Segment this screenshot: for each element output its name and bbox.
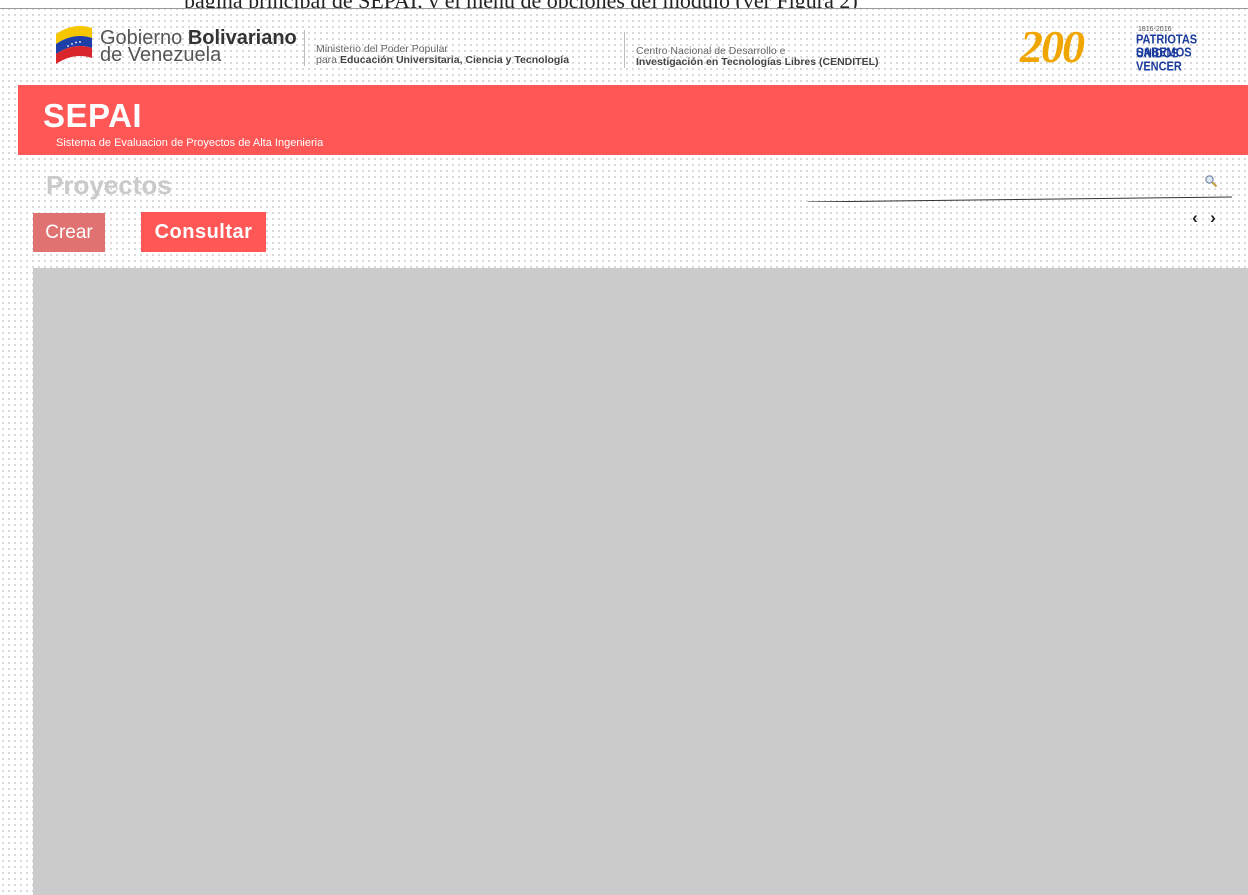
app-subtitle: Sistema de Evaluacion de Proyectos de Al…	[56, 137, 324, 149]
bicentennial-logo: 200 1816-2016 PATRIOTAS UNIDOS SABEMOS V…	[1020, 20, 1230, 74]
search-underline	[808, 196, 1232, 202]
cenditel-name: Centro Nacional de Desarrollo e Investig…	[636, 46, 879, 68]
document-caption-cutoff: página principal de SEPAI, y el menú de …	[0, 0, 1248, 9]
ministry-name: Ministerio del Poder Popular para Educac…	[316, 44, 569, 66]
next-page-chevron-icon[interactable]: ›	[1204, 208, 1222, 228]
search-box	[808, 170, 1232, 204]
header-divider	[304, 30, 305, 66]
slogan-line2: SABEMOS VENCER	[1136, 46, 1192, 74]
gov-line2: de Venezuela	[100, 44, 222, 66]
center-line2: Investigación en Tecnologías Libres (CEN…	[636, 56, 879, 68]
government-name: Gobierno Bolivariano de Venezuela	[100, 28, 297, 66]
ministry-line2-prefix: para	[316, 54, 340, 66]
header-divider	[624, 32, 625, 68]
query-button[interactable]: Consultar	[141, 212, 266, 252]
page-title: Proyectos	[46, 170, 172, 200]
previous-page-chevron-icon[interactable]: ‹	[1186, 208, 1204, 228]
pager: ‹ ›	[1186, 208, 1222, 228]
anniversary-number: 200	[1020, 21, 1085, 72]
create-button[interactable]: Crear	[33, 213, 105, 252]
anniversary-years: 1816-2016	[1138, 26, 1172, 33]
caption-text: página principal de SEPAI, y el menú de …	[184, 0, 858, 8]
app-banner: SEPAI Sistema de Evaluacion de Proyectos…	[18, 85, 1248, 155]
venezuela-flag-icon	[56, 26, 92, 64]
app-name: SEPAI	[43, 97, 143, 134]
content-area	[33, 268, 1248, 895]
institution-header: Gobierno Bolivariano de Venezuela Minist…	[50, 16, 1240, 78]
ministry-line2-bold: Educación Universitaria, Ciencia y Tecno…	[339, 54, 570, 66]
search-icon[interactable]	[1204, 174, 1218, 188]
